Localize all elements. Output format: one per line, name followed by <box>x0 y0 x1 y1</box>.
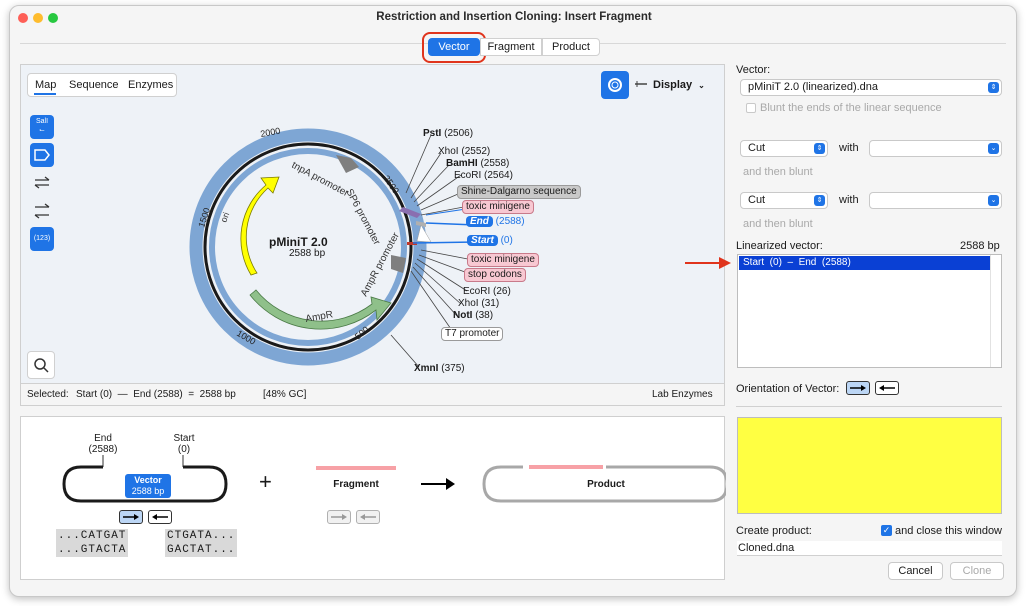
close-window-button[interactable] <box>18 13 28 23</box>
pstI-label[interactable]: PstI (2506) <box>423 128 473 139</box>
cloning-diagram: End (2588) Start (0) Vector 2588 bp ...CA… <box>20 416 726 580</box>
arrow-right-icon <box>331 514 347 520</box>
start-marker-label[interactable]: Start (0) <box>467 235 513 246</box>
xhoI-31-label[interactable]: XhoI (31) <box>458 298 499 309</box>
arrow-left-icon <box>879 385 895 391</box>
minimize-window-button[interactable] <box>33 13 43 23</box>
orientation-label: Orientation of Vector: <box>736 383 840 395</box>
chevron-down-icon: ⌄ <box>988 195 999 206</box>
gc-content: [48% GC] <box>263 389 307 400</box>
tab-product[interactable]: Product <box>542 38 600 56</box>
bamHI-label[interactable]: BamHI (2558) <box>446 158 509 169</box>
orientation-reverse-button[interactable] <box>875 381 899 395</box>
stepper-icon: ⇕ <box>988 82 999 93</box>
dialog-window: Restriction and Insertion Cloning: Inser… <box>9 5 1017 597</box>
notI-label[interactable]: NotI (38) <box>453 310 493 321</box>
linearized-label: Linearized vector: <box>736 240 823 252</box>
stepper-icon: ⇕ <box>814 143 825 154</box>
blunt-checkbox[interactable] <box>746 103 756 113</box>
linearized-list[interactable]: Start (0) – End (2588) <box>737 254 1002 368</box>
linearized-size: 2588 bp <box>960 240 1000 252</box>
stepper-icon: ⇕ <box>814 195 825 206</box>
vector-select[interactable]: pMiniT 2.0 (linearized).dna ⇕ <box>740 79 1002 96</box>
filename-field[interactable]: Cloned.dna <box>737 541 1002 556</box>
plasmid-size: 2588 bp <box>289 248 326 259</box>
list-scrollbar[interactable] <box>990 255 1001 367</box>
cut-select-1-value: Cut <box>748 142 766 154</box>
vector-forward-button[interactable] <box>119 510 143 524</box>
xhoI-2552-label[interactable]: XhoI (2552) <box>438 146 490 157</box>
close-window-checkbox[interactable]: ✓ <box>881 525 892 536</box>
ecoRI-2564-label[interactable]: EcoRI (2564) <box>454 170 513 181</box>
with-label-2: with <box>839 194 859 206</box>
cut-select-1[interactable]: Cut ⇕ <box>740 140 828 157</box>
vector-block-label: Vector <box>134 475 162 485</box>
seq-left-top: ...CATGAT <box>56 529 129 543</box>
plasmid-map[interactable]: 2000 1500 1000 500 2500 tnpA promoter SP… <box>21 65 726 385</box>
fragment-forward-button[interactable] <box>327 510 351 524</box>
seq-right-bottom: GACTAT... <box>165 543 238 557</box>
linearized-row[interactable]: Start (0) – End (2588) <box>739 256 990 270</box>
vector-block: Vector 2588 bp <box>125 474 171 498</box>
fragment-label: Fragment <box>333 479 379 490</box>
pointer-arrow-icon <box>685 257 731 269</box>
stop-codons-feature[interactable]: stop codons <box>464 268 526 282</box>
arrow-right-icon <box>123 514 139 520</box>
create-product-label: Create product: <box>736 525 812 537</box>
t7-promoter-feature[interactable]: T7 promoter <box>441 327 504 341</box>
svg-text:SP6 promoter: SP6 promoter <box>343 187 382 247</box>
then-blunt-label-1: and then blunt <box>743 166 813 178</box>
end-marker-label[interactable]: End (2588) <box>466 216 525 227</box>
close-window-label: and close this window <box>895 525 1003 537</box>
vector-reverse-button[interactable] <box>148 510 172 524</box>
plasmid-name: pMiniT 2.0 <box>269 235 328 249</box>
chevron-down-icon: ⌄ <box>988 143 999 154</box>
svg-text:tnpA promoter: tnpA promoter <box>290 160 351 200</box>
map-panel: Map Sequence Enzymes Display ⌄ SalI ⌙ (123… <box>20 64 725 406</box>
selected-range: Start (0) — End (2588) = 2588 bp <box>76 389 236 400</box>
blunt-label: Blunt the ends of the linear sequence <box>760 102 942 114</box>
toxic-minigene-feature-bottom[interactable]: toxic minigene <box>467 253 539 267</box>
enzyme-select-2[interactable]: ⌄ <box>869 192 1002 209</box>
seq-left-bottom: ...GTACTA <box>56 543 129 557</box>
cancel-button[interactable]: Cancel <box>888 562 943 580</box>
cut-select-2-value: Cut <box>748 194 766 206</box>
arrow-left-icon <box>152 514 168 520</box>
with-label-1: with <box>839 142 859 154</box>
product-preview <box>737 417 1002 514</box>
shine-dalgarno-feature[interactable]: Shine-Dalgarno sequence <box>457 185 581 199</box>
enzyme-select-1[interactable]: ⌄ <box>869 140 1002 157</box>
then-blunt-label-2: and then blunt <box>743 218 813 230</box>
product-label: Product <box>587 479 625 490</box>
tab-fragment[interactable]: Fragment <box>480 38 542 56</box>
vector-block-size: 2588 bp <box>131 486 165 496</box>
plus-sign: + <box>259 469 272 494</box>
toxic-minigene-feature-top[interactable]: toxic minigene <box>462 200 534 214</box>
fragment-reverse-button[interactable] <box>356 510 380 524</box>
window-title: Restriction and Insertion Cloning: Inser… <box>376 11 652 23</box>
arrow-left-icon <box>360 514 376 520</box>
orientation-forward-button[interactable] <box>846 381 870 395</box>
cut-select-2[interactable]: Cut ⇕ <box>740 192 828 209</box>
selected-label: Selected: <box>27 389 69 400</box>
clone-button[interactable]: Clone <box>950 562 1004 580</box>
svg-text:ori: ori <box>218 211 231 224</box>
arrow-right-icon <box>850 385 866 391</box>
seq-right-top: CTGATA... <box>165 529 238 543</box>
map-status-bar: Selected: Start (0) — End (2588) = 2588 … <box>21 383 724 405</box>
ecoRI-26-label[interactable]: EcoRI (26) <box>463 286 511 297</box>
tab-vector[interactable]: Vector <box>428 38 480 56</box>
vector-select-value: pMiniT 2.0 (linearized).dna <box>748 81 879 93</box>
zoom-window-button[interactable] <box>48 13 58 23</box>
xmnI-label[interactable]: XmnI (375) <box>414 363 465 374</box>
enzyme-set-label[interactable]: Lab Enzymes <box>652 389 713 400</box>
vector-label: Vector: <box>736 64 771 76</box>
